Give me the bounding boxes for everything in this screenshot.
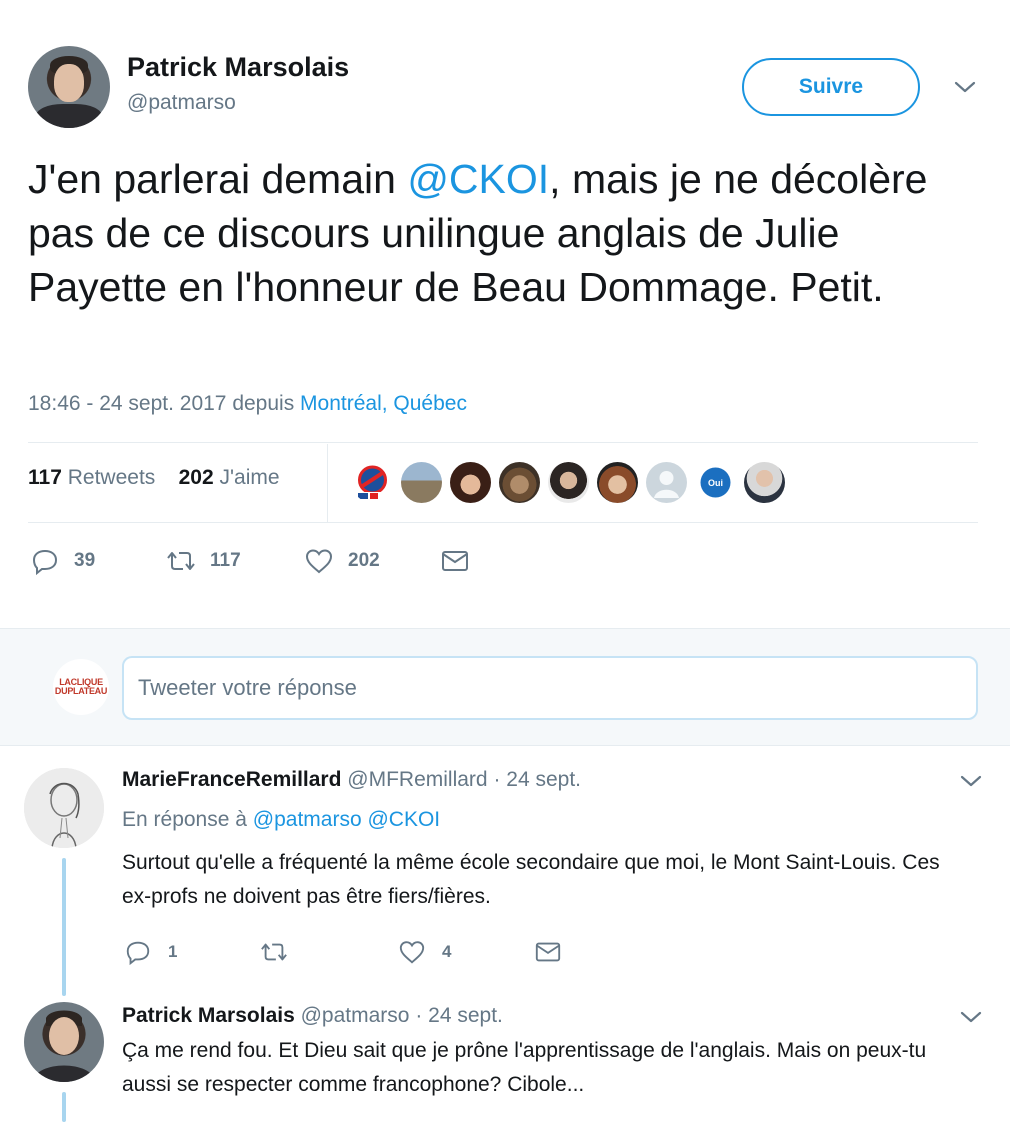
likes-count: 202 bbox=[178, 466, 214, 489]
author-handle[interactable]: @patmarso bbox=[127, 91, 236, 115]
dm-action[interactable] bbox=[534, 938, 562, 966]
reply-action[interactable]: 1 bbox=[124, 938, 177, 966]
avatar-logo-line2: DUPLATEAU bbox=[54, 686, 108, 696]
reply-action[interactable]: 39 bbox=[30, 546, 95, 576]
reply-to-line: En réponse à @patmarso @CKOI bbox=[122, 808, 440, 832]
like-count: 202 bbox=[348, 550, 380, 571]
retweet-icon bbox=[166, 546, 196, 576]
current-user-avatar[interactable]: LACLIQUE DUPLATEAU bbox=[53, 659, 109, 715]
reply-input[interactable]: Tweeter votre réponse bbox=[122, 656, 978, 720]
reply-author-name[interactable]: MarieFranceRemillard bbox=[122, 768, 341, 791]
tweet-meta: 18:46 - 24 sept. 2017 depuis Montréal, Q… bbox=[28, 392, 467, 416]
tweet-text-part1: J'en parlerai demain bbox=[28, 156, 408, 202]
liker-avatar[interactable] bbox=[352, 462, 393, 503]
svg-text:Oui: Oui bbox=[708, 478, 723, 488]
divider bbox=[28, 442, 978, 443]
divider bbox=[28, 522, 978, 523]
thread-line bbox=[62, 858, 66, 996]
retweet-action[interactable] bbox=[260, 938, 304, 966]
retweet-icon bbox=[260, 938, 288, 966]
likes-label: J'aime bbox=[219, 466, 280, 489]
retweet-count: 117 bbox=[210, 550, 241, 571]
liker-avatar[interactable] bbox=[646, 462, 687, 503]
retweets-count: 117 bbox=[28, 466, 62, 489]
reply-count: 39 bbox=[74, 550, 96, 571]
thread-line bbox=[62, 1092, 66, 1122]
reply-to-label: En réponse à bbox=[122, 808, 247, 831]
reply-author-avatar[interactable] bbox=[24, 1002, 104, 1082]
liker-avatar[interactable] bbox=[499, 462, 540, 503]
envelope-icon bbox=[440, 546, 470, 576]
likes-stat[interactable]: 202 J'aime bbox=[179, 466, 280, 489]
tweet-text: J'en parlerai demain @CKOI, mais je ne d… bbox=[28, 152, 978, 314]
author-avatar[interactable] bbox=[28, 46, 110, 128]
mention-link[interactable]: @CKOI bbox=[407, 156, 549, 202]
heart-icon bbox=[398, 938, 426, 966]
likers-avatars: Oui bbox=[352, 462, 785, 504]
like-count: 4 bbox=[442, 942, 452, 961]
liker-avatar[interactable] bbox=[548, 462, 589, 503]
retweet-action[interactable]: 117 bbox=[166, 546, 241, 576]
liker-avatar[interactable] bbox=[401, 462, 442, 503]
like-action[interactable]: 4 bbox=[398, 938, 451, 966]
tweet-stats: 117 Retweets 202 J'aime bbox=[28, 466, 280, 490]
reply-header: MarieFranceRemillard @MFRemillard · 24 s… bbox=[122, 768, 581, 792]
reply-text: Ça me rend fou. Et Dieu sait que je prôn… bbox=[122, 1039, 927, 1096]
retweets-stat[interactable]: 117 Retweets bbox=[28, 466, 155, 489]
reply-date[interactable]: · 24 sept. bbox=[493, 768, 581, 791]
heart-icon bbox=[304, 546, 334, 576]
reply-author-avatar[interactable] bbox=[24, 768, 104, 848]
reply-text: Surtout qu'elle a fréquenté la même écol… bbox=[122, 851, 940, 908]
reply-tweet[interactable]: MarieFranceRemillard @MFRemillard · 24 s… bbox=[0, 746, 1010, 996]
liker-avatar[interactable] bbox=[597, 462, 638, 503]
dm-action[interactable] bbox=[440, 546, 470, 576]
like-action[interactable]: 202 bbox=[304, 546, 380, 576]
reply-author-handle[interactable]: @patmarso bbox=[301, 1004, 410, 1027]
reply-icon bbox=[124, 938, 152, 966]
location-link[interactable]: Montréal, Québec bbox=[300, 392, 467, 415]
stats-separator bbox=[327, 444, 328, 522]
chevron-down-icon[interactable] bbox=[954, 80, 976, 94]
reply-composer: LACLIQUE DUPLATEAU Tweeter votre réponse bbox=[0, 628, 1010, 746]
reply-icon bbox=[30, 546, 60, 576]
reply-to-mention[interactable]: @CKOI bbox=[367, 808, 440, 831]
envelope-icon bbox=[534, 938, 562, 966]
chevron-down-icon[interactable] bbox=[960, 774, 982, 788]
reply-author-name[interactable]: Patrick Marsolais bbox=[122, 1004, 295, 1027]
reply-count: 1 bbox=[168, 942, 178, 961]
author-name[interactable]: Patrick Marsolais bbox=[127, 52, 349, 83]
retweets-label: Retweets bbox=[67, 466, 156, 489]
reply-date[interactable]: · 24 sept. bbox=[415, 1004, 503, 1027]
reply-header: Patrick Marsolais @patmarso · 24 sept. bbox=[122, 1004, 503, 1028]
tweet-timestamp[interactable]: 18:46 - 24 sept. 2017 depuis bbox=[28, 392, 300, 415]
reply-to-mention[interactable]: @patmarso bbox=[253, 808, 362, 831]
chevron-down-icon[interactable] bbox=[960, 1010, 982, 1024]
follow-button[interactable]: Suivre bbox=[742, 58, 920, 116]
liker-avatar[interactable]: Oui bbox=[695, 462, 736, 503]
liker-avatar[interactable] bbox=[744, 462, 785, 503]
reply-tweet[interactable]: Patrick Marsolais @patmarso · 24 sept. Ç… bbox=[0, 996, 1010, 1122]
liker-avatar[interactable] bbox=[450, 462, 491, 503]
tweet-header: Patrick Marsolais @patmarso Suivre bbox=[0, 0, 1010, 140]
reply-author-handle[interactable]: @MFRemillard bbox=[347, 768, 487, 791]
